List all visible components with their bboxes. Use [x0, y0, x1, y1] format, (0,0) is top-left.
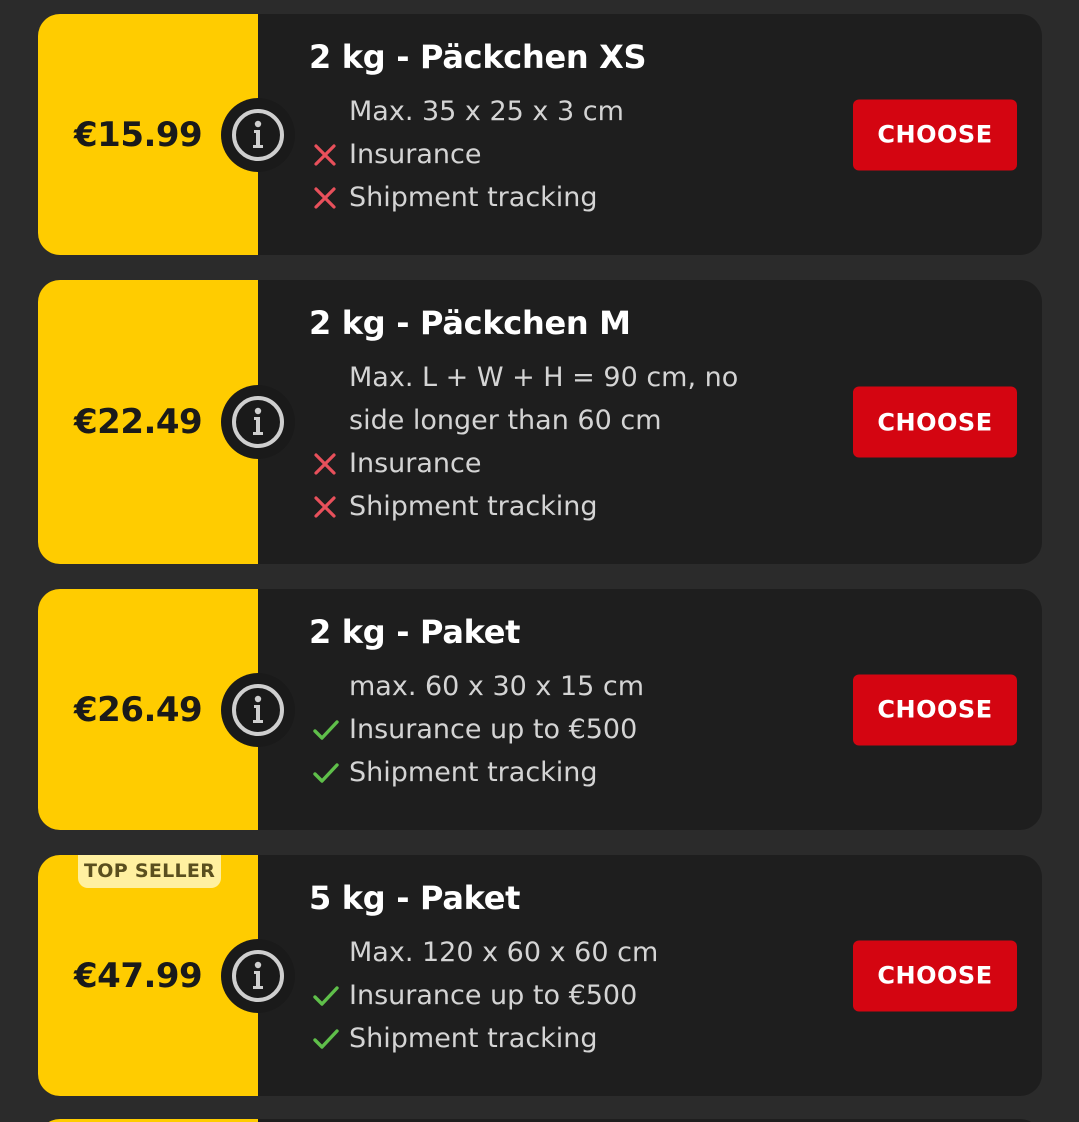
price-label: €47.99: [74, 955, 203, 996]
shipping-option-card: TOP SELLER €47.99 5 kg - Paket Max. 120 …: [38, 855, 1042, 1096]
feature-label: Shipment tracking: [349, 491, 598, 522]
option-title: 2 kg - Päckchen XS: [309, 38, 647, 76]
cross-icon: [313, 495, 349, 519]
dimensions-text: Max. 120 x 60 x 60 cm: [349, 937, 659, 968]
check-icon: [313, 718, 349, 742]
check-icon: [313, 761, 349, 785]
option-title: 2 kg - Paket: [309, 613, 521, 651]
dimensions-text: Max. L + W + H = 90 cm, no side longer t…: [349, 362, 739, 436]
feature-item: Insurance: [313, 442, 793, 485]
feature-label: Shipment tracking: [349, 757, 598, 788]
price-label: €15.99: [74, 114, 203, 155]
check-icon: [313, 1027, 349, 1051]
cross-icon: [313, 143, 349, 167]
feature-list: max. 60 x 30 x 15 cm Insurance up to €50…: [313, 665, 793, 794]
feature-label: Insurance up to €500: [349, 980, 638, 1011]
check-icon: [313, 984, 349, 1008]
shipping-options-list: €15.99 2 kg - Päckchen XS Max. 35 x 25 x…: [0, 0, 1079, 1122]
feature-item: Shipment tracking: [313, 1017, 793, 1060]
top-seller-badge: TOP SELLER: [78, 855, 222, 888]
option-title: 5 kg - Paket: [309, 879, 521, 917]
cross-icon: [313, 186, 349, 210]
choose-button[interactable]: CHOOSE: [853, 940, 1017, 1011]
feature-item: Insurance up to €500: [313, 708, 793, 751]
cross-icon: [313, 452, 349, 476]
dimensions-text: Max. 35 x 25 x 3 cm: [349, 96, 624, 127]
feature-label: Insurance: [349, 139, 482, 170]
option-details: 5 kg - Paket Max. 120 x 60 x 60 cm Insur…: [258, 855, 1042, 1096]
feature-item: Insurance up to €500: [313, 974, 793, 1017]
feature-item: Shipment tracking: [313, 751, 793, 794]
feature-label: Shipment tracking: [349, 1023, 598, 1054]
info-icon[interactable]: [221, 672, 295, 747]
choose-button[interactable]: CHOOSE: [853, 674, 1017, 745]
info-icon[interactable]: [221, 938, 295, 1013]
shipping-option-card: €26.49 2 kg - Paket max. 60 x 30 x 15 cm…: [38, 589, 1042, 830]
info-icon[interactable]: [221, 385, 295, 459]
option-details: 2 kg - Paket max. 60 x 30 x 15 cm Insura…: [258, 589, 1042, 830]
option-details: 2 kg - Päckchen M Max. L + W + H = 90 cm…: [258, 280, 1042, 564]
feature-item: Shipment tracking: [313, 176, 793, 219]
price-label: €26.49: [74, 689, 203, 730]
feature-label: Insurance up to €500: [349, 714, 638, 745]
price-label: €22.49: [74, 402, 203, 442]
feature-label: Shipment tracking: [349, 182, 598, 213]
option-title: 2 kg - Päckchen M: [309, 304, 631, 342]
dimensions-text: max. 60 x 30 x 15 cm: [349, 671, 645, 702]
choose-button[interactable]: CHOOSE: [853, 386, 1017, 458]
feature-item: Insurance: [313, 133, 793, 176]
shipping-option-card: €15.99 2 kg - Päckchen XS Max. 35 x 25 x…: [38, 14, 1042, 255]
shipping-option-card: €22.49 2 kg - Päckchen M Max. L + W + H …: [38, 280, 1042, 564]
info-icon[interactable]: [221, 97, 295, 172]
choose-button[interactable]: CHOOSE: [853, 99, 1017, 170]
feature-list: Max. 35 x 25 x 3 cm Insurance Shipment t…: [313, 90, 793, 219]
option-details: 2 kg - Päckchen XS Max. 35 x 25 x 3 cm I…: [258, 14, 1042, 255]
feature-label: Insurance: [349, 448, 482, 479]
feature-list: Max. 120 x 60 x 60 cm Insurance up to €5…: [313, 931, 793, 1060]
feature-list: Max. L + W + H = 90 cm, no side longer t…: [313, 356, 793, 528]
feature-item: Shipment tracking: [313, 485, 793, 528]
